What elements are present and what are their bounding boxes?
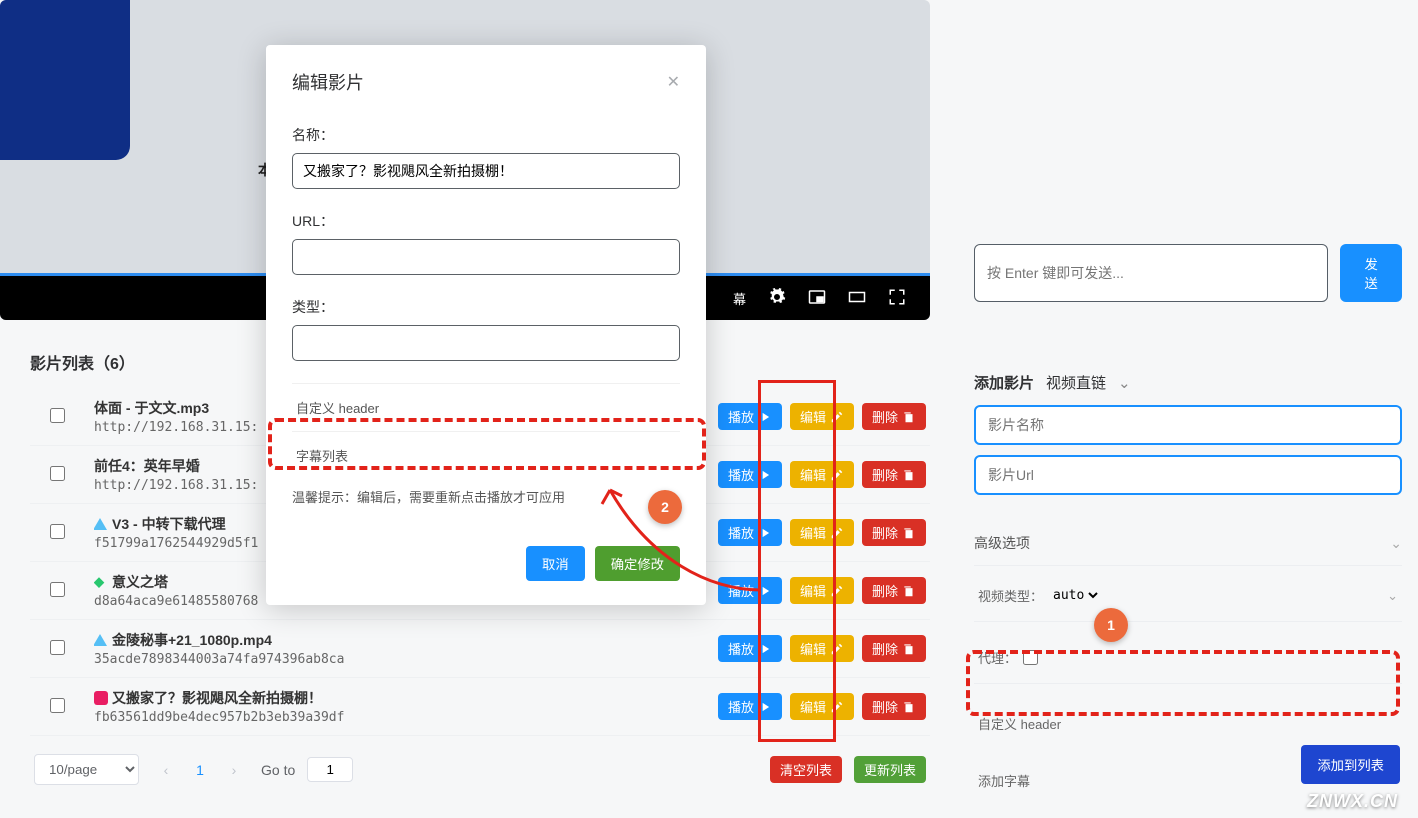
- name-input[interactable]: [292, 153, 680, 189]
- close-icon[interactable]: ✕: [667, 72, 680, 92]
- url-label: URL：: [292, 211, 680, 231]
- confirm-button[interactable]: 确定修改: [595, 546, 680, 581]
- modal-backdrop: [0, 0, 1418, 818]
- type-input[interactable]: [292, 325, 680, 361]
- modal-tip: 温馨提示：编辑后，需要重新点击播放才可应用: [292, 487, 680, 506]
- annotation-number-1: 1: [1094, 608, 1128, 642]
- type-label: 类型：: [292, 297, 680, 317]
- name-label: 名称：: [292, 125, 680, 145]
- url-input[interactable]: [292, 239, 680, 275]
- watermark: ZNWX.CN: [1307, 791, 1398, 812]
- subtitle-list-section[interactable]: 字幕列表: [292, 431, 680, 479]
- modal-title: 编辑影片: [292, 69, 364, 95]
- edit-movie-modal: 编辑影片 ✕ 名称： URL： 类型： 自定义 header 字幕列表 温馨提示…: [266, 45, 706, 605]
- cancel-button[interactable]: 取消: [526, 546, 585, 581]
- custom-header-section[interactable]: 自定义 header: [292, 383, 680, 431]
- annotation-number-2: 2: [648, 490, 682, 524]
